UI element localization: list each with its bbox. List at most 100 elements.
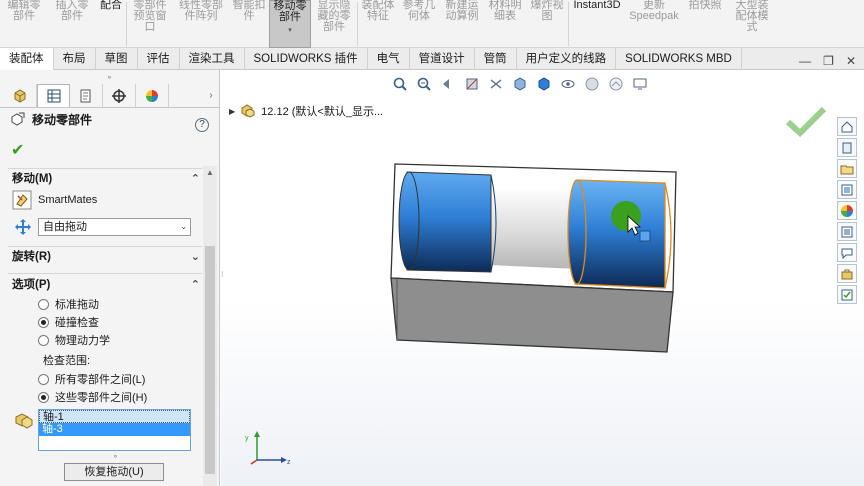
minimize-icon[interactable]: — xyxy=(799,54,811,68)
ribbon-button[interactable]: 材料明 细表 xyxy=(484,0,526,48)
smartmates-button[interactable]: SmartMates xyxy=(12,190,97,210)
ribbon-button[interactable]: 配合 xyxy=(96,0,126,48)
appearances-icon[interactable] xyxy=(837,201,857,220)
chevron-right-icon[interactable]: › xyxy=(203,84,219,107)
close-icon[interactable]: ✕ xyxy=(846,54,856,68)
ribbon-button-label: 显示隐 藏的零 部件 xyxy=(317,0,351,33)
appearance-ball-icon xyxy=(146,89,158,102)
chevron-up-icon[interactable]: ⌃ xyxy=(191,172,200,185)
ribbon-button[interactable]: 新建运 动算例 xyxy=(440,0,484,48)
section-rotate[interactable]: 旋转(R) ⌄ xyxy=(12,247,200,265)
ribbon-button[interactable]: 大型装 配体模 式 xyxy=(727,0,777,48)
toolbox-icon[interactable] xyxy=(837,264,857,283)
ribbon-button[interactable]: 移动零 部件 ▾ xyxy=(269,0,311,48)
scope-radio[interactable]: 这些零部件之间(H) xyxy=(38,389,147,405)
move-cursor-badge xyxy=(639,230,651,242)
svg-text:z: z xyxy=(287,459,291,466)
help-icon[interactable]: ? xyxy=(195,118,209,132)
components-listbox[interactable]: 轴-1 轴-3 xyxy=(38,409,191,451)
forum-icon[interactable] xyxy=(837,243,857,262)
radio-label: 碰撞检查 xyxy=(55,317,99,329)
tab-5[interactable]: SOLIDWORKS 插件 xyxy=(245,48,368,70)
tab-displaymanager[interactable] xyxy=(136,84,169,107)
section-move[interactable]: 移动(M) ⌃ xyxy=(12,169,200,187)
ribbon-button[interactable]: 智能扣 件 xyxy=(229,0,269,48)
move-component-icon xyxy=(11,112,25,126)
radio-button[interactable] xyxy=(38,298,49,310)
scroll-up-icon[interactable]: ▲ xyxy=(206,168,214,177)
tab-9[interactable]: 用户定义的线路 xyxy=(517,48,617,70)
view-palette-icon[interactable] xyxy=(837,180,857,199)
tab-4[interactable]: 渲染工具 xyxy=(180,48,245,70)
panel-grip[interactable]: ⚬ xyxy=(0,70,219,84)
ribbon-button[interactable]: 拍快照 xyxy=(683,0,727,48)
ribbon-button-label: 配合 xyxy=(100,0,122,11)
crosshair-icon xyxy=(112,88,126,103)
move-mode-select[interactable]: 自由拖动 ⌄ xyxy=(38,218,191,236)
ribbon-button[interactable]: 显示隐 藏的零 部件 xyxy=(311,0,357,48)
tab-configurationmanager[interactable] xyxy=(70,84,103,107)
ribbon-button[interactable]: 装配体 特征 xyxy=(358,0,398,48)
option-radio[interactable]: 碰撞检查 xyxy=(38,314,99,330)
tab-2[interactable]: 草图 xyxy=(96,48,138,70)
ribbon-button-label: 智能扣 件 xyxy=(232,0,266,22)
radio-label: 所有零部件之间(L) xyxy=(55,374,146,386)
pm-scrollbar[interactable]: ▲ xyxy=(203,166,217,486)
home-icon[interactable] xyxy=(837,117,857,136)
listbox-grip[interactable]: ⚬ xyxy=(112,452,119,461)
graphics-viewport[interactable]: ⁝ ▶ 12.12 (默认<默认_显示... y z xyxy=(221,70,864,486)
ribbon-button[interactable]: 编辑零 部件 xyxy=(0,0,48,48)
custom-properties-icon[interactable] xyxy=(837,222,857,241)
ribbon-button[interactable]: 插入零 部件 xyxy=(48,0,96,48)
ok-check-icon[interactable]: ✔ xyxy=(11,140,24,160)
file-explorer-icon[interactable] xyxy=(837,159,857,178)
list-item[interactable]: 轴-1 xyxy=(39,410,190,423)
window-controls: — ❐ ✕ xyxy=(799,54,856,68)
checklist-icon[interactable] xyxy=(837,285,857,304)
shaft-1[interactable] xyxy=(406,171,492,273)
tab-8[interactable]: 管筒 xyxy=(475,48,517,70)
tab-7[interactable]: 管道设计 xyxy=(410,48,475,70)
radio-button[interactable] xyxy=(38,316,49,328)
radio-button[interactable] xyxy=(38,334,49,346)
option-radio[interactable]: 物理动力学 xyxy=(38,332,110,348)
shaft-1-end[interactable] xyxy=(398,171,420,271)
propertymanager-icon xyxy=(47,89,60,103)
ribbon-button[interactable]: Instant3D xyxy=(569,0,625,48)
tab-featuremanager[interactable] xyxy=(4,84,37,107)
section-move-label: 移动(M) xyxy=(12,173,53,185)
model-graphics[interactable] xyxy=(221,70,864,486)
chevron-down-icon[interactable]: ▾ xyxy=(288,25,292,36)
ribbon-button[interactable]: 更新 Speedpak xyxy=(625,0,683,48)
chevron-down-icon: ⌄ xyxy=(180,222,187,231)
chevron-up-icon[interactable]: ⌃ xyxy=(191,278,200,291)
radio-button[interactable] xyxy=(38,373,49,385)
ribbon-button-label: 插入零 部件 xyxy=(55,0,89,22)
restore-drag-button[interactable]: 恢复拖动(U) xyxy=(64,463,164,481)
ribbon-button[interactable]: 参考几 何体 xyxy=(398,0,440,48)
scope-radio[interactable]: 所有零部件之间(L) xyxy=(38,371,145,387)
chevron-down-icon[interactable]: ⌄ xyxy=(191,250,200,263)
tab-1[interactable]: 布局 xyxy=(54,48,96,70)
tab-propertymanager[interactable] xyxy=(37,84,70,107)
section-options[interactable]: 选项(P) ⌃ xyxy=(12,275,200,293)
list-item[interactable]: 轴-3 xyxy=(39,423,190,436)
tab-3[interactable]: 评估 xyxy=(138,48,180,70)
smartmates-label: SmartMates xyxy=(38,194,98,206)
ribbon-button[interactable]: 零部件 预览窗 口 xyxy=(127,0,173,48)
ribbon-button[interactable]: 爆炸视 图 xyxy=(526,0,568,48)
design-library-icon[interactable] xyxy=(837,138,857,157)
tab-0[interactable]: 装配体 xyxy=(0,48,54,70)
scrollbar-thumb[interactable] xyxy=(205,246,215,474)
tab-10[interactable]: SOLIDWORKS MBD xyxy=(616,48,742,70)
tab-6[interactable]: 电气 xyxy=(368,48,410,70)
ribbon-button[interactable]: 线性零部 件阵列 xyxy=(173,0,229,48)
ribbon-button-label: Instant3D xyxy=(573,0,621,11)
shaft-3[interactable] xyxy=(574,179,666,289)
restore-icon[interactable]: ❐ xyxy=(823,54,834,68)
divider xyxy=(8,273,202,274)
radio-button[interactable] xyxy=(38,391,49,403)
ribbon-button-label: 新建运 动算例 xyxy=(445,0,479,22)
option-radio[interactable]: 标准拖动 xyxy=(38,296,99,312)
tab-dimxpert[interactable] xyxy=(103,84,136,107)
